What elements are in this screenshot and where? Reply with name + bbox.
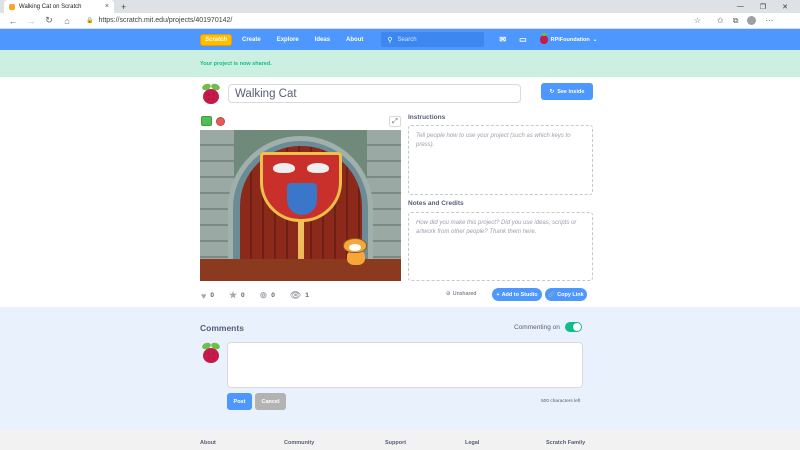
add-to-studio-label: Add to Studio [501, 291, 538, 298]
minimize-button[interactable]: — [737, 3, 744, 10]
nav-create-link[interactable]: Create [242, 37, 261, 43]
window-controls: — ❐ ✕ [737, 0, 800, 13]
copy-link-button[interactable]: 🔗 Copy Link [545, 288, 587, 301]
user-avatar [539, 33, 548, 44]
footer-scratch-family-link[interactable]: Scratch Family [546, 440, 585, 446]
nav-about-link[interactable]: About [346, 37, 363, 43]
fullscreen-button[interactable]: ⤢ [389, 116, 401, 127]
stop-button[interactable] [216, 117, 225, 126]
browser-titlebar: Walking Cat on Scratch × + — ❐ ✕ [0, 0, 800, 13]
profile-avatar-icon[interactable] [747, 16, 757, 25]
messages-icon[interactable]: ✉ [499, 35, 506, 44]
bird-icon [307, 163, 329, 173]
remix-count: 0 [271, 292, 275, 299]
home-icon[interactable]: ⌂ [58, 16, 76, 26]
project-title-input[interactable]: Walking Cat [228, 84, 521, 103]
love-count: 0 [210, 292, 214, 299]
scratch-logo[interactable]: Scratch [200, 33, 232, 46]
commenter-avatar [201, 341, 221, 363]
footer-support-link[interactable]: Support [385, 440, 406, 446]
copy-link-label: Copy Link [557, 291, 584, 298]
commenting-toggle[interactable] [564, 322, 582, 332]
author-avatar[interactable] [201, 82, 221, 104]
project-title: Walking Cat [235, 87, 297, 100]
add-to-studio-button[interactable]: + Add to Studio [492, 288, 542, 301]
search-placeholder: Search [397, 36, 417, 43]
commenting-toggle-row: Commenting on [514, 322, 582, 332]
search-input[interactable]: ⚲ Search [381, 32, 485, 47]
instructions-textarea[interactable]: Tell people how to use your project (suc… [408, 125, 593, 195]
fleur-de-lis-panel [287, 183, 317, 215]
unshare-icon: ⊘ [446, 291, 451, 297]
search-icon: ⚲ [387, 36, 393, 44]
remix-icon: ⊚ [259, 290, 268, 300]
nav-explore-link[interactable]: Explore [277, 37, 299, 43]
footer-about-link[interactable]: About [200, 440, 216, 446]
username: RPiFoundation [550, 36, 590, 43]
remix-stat: ⊚ 0 [260, 290, 275, 301]
see-inside-label: See inside [557, 88, 585, 95]
address-bar[interactable]: 🔒 https://scratch.mit.edu/projects/40197… [82, 14, 707, 27]
star-icon: ★ [228, 290, 238, 300]
see-inside-icon: ↻ [549, 88, 555, 95]
notes-textarea[interactable]: How did you make this project? Did you u… [408, 212, 593, 281]
my-stuff-folder-icon[interactable]: ▭ [519, 35, 527, 44]
commenting-label: Commenting on [514, 323, 560, 331]
nav-ideas-link[interactable]: Ideas [315, 37, 330, 43]
unshare-label: Unshared [452, 291, 477, 297]
browser-toolbar-icons: ✩ ⧉ ⋯ [717, 16, 773, 26]
back-arrow-icon[interactable]: ← [4, 16, 22, 26]
browser-toolbar: ← → ↻ ⌂ 🔒 https://scratch.mit.edu/projec… [0, 13, 800, 29]
account-menu[interactable]: RPiFoundation ⌄ [539, 33, 598, 44]
favorite-count: 0 [241, 292, 245, 299]
view-stat: 👁 1 [290, 290, 309, 301]
shared-message: Your project is now shared. [200, 60, 272, 67]
heart-icon: ♥ [201, 290, 207, 301]
more-menu-icon[interactable]: ⋯ [765, 16, 773, 25]
collections-icon[interactable]: ⧉ [733, 16, 739, 26]
browser-window: Walking Cat on Scratch × + — ❐ ✕ ← → ↻ ⌂… [0, 0, 800, 450]
favorites-icon[interactable]: ✩ [717, 16, 724, 25]
instructions-label: Instructions [408, 114, 446, 121]
favorite-stat[interactable]: ★ 0 [229, 290, 245, 301]
love-stat[interactable]: ♥ 0 [201, 291, 214, 301]
tab-title: Walking Cat on Scratch [19, 3, 82, 10]
plus-icon: + [496, 291, 500, 298]
comments-title: Comments [200, 323, 244, 333]
cancel-button[interactable]: Cancel [255, 393, 286, 410]
forward-arrow-icon[interactable]: → [22, 16, 40, 26]
bookmark-star-icon[interactable]: ☆ [694, 16, 707, 25]
chevron-down-icon: ⌄ [592, 36, 598, 43]
shared-banner: Your project is now shared. [0, 50, 800, 77]
characters-left: 500 characters left [541, 399, 581, 404]
scratch-favicon-icon [9, 3, 15, 10]
scratch-cat-sprite [343, 238, 371, 268]
notes-label: Notes and Credits [408, 200, 464, 207]
reload-icon[interactable]: ↻ [40, 15, 58, 26]
eye-icon: 👁 [289, 290, 302, 300]
project-stats: ♥ 0 ★ 0 ⊚ 0 👁 1 [201, 290, 324, 301]
close-window-button[interactable]: ✕ [782, 3, 788, 11]
footer-legal-link[interactable]: Legal [465, 440, 479, 446]
view-count: 1 [305, 292, 309, 299]
lock-icon: 🔒 [86, 18, 94, 24]
new-tab-button[interactable]: + [121, 2, 126, 12]
restore-button[interactable]: ❐ [760, 3, 766, 11]
post-button[interactable]: Post [227, 393, 252, 410]
unshare-link[interactable]: ⊘ Unshared [446, 291, 476, 297]
tab-close-icon[interactable]: × [105, 3, 109, 10]
link-icon: 🔗 [548, 291, 556, 298]
footer-community-link[interactable]: Community [284, 440, 314, 446]
bird-icon [273, 163, 295, 173]
scratch-navbar: Scratch Create Explore Ideas About ⚲ Sea… [0, 29, 800, 50]
see-inside-button[interactable]: ↻ See inside [541, 83, 593, 100]
browser-tab[interactable]: Walking Cat on Scratch × [4, 0, 114, 13]
comment-textarea[interactable] [227, 342, 583, 388]
green-flag-button[interactable] [201, 116, 212, 126]
project-stage[interactable] [200, 130, 401, 281]
url-text: https://scratch.mit.edu/projects/4019701… [98, 17, 233, 24]
